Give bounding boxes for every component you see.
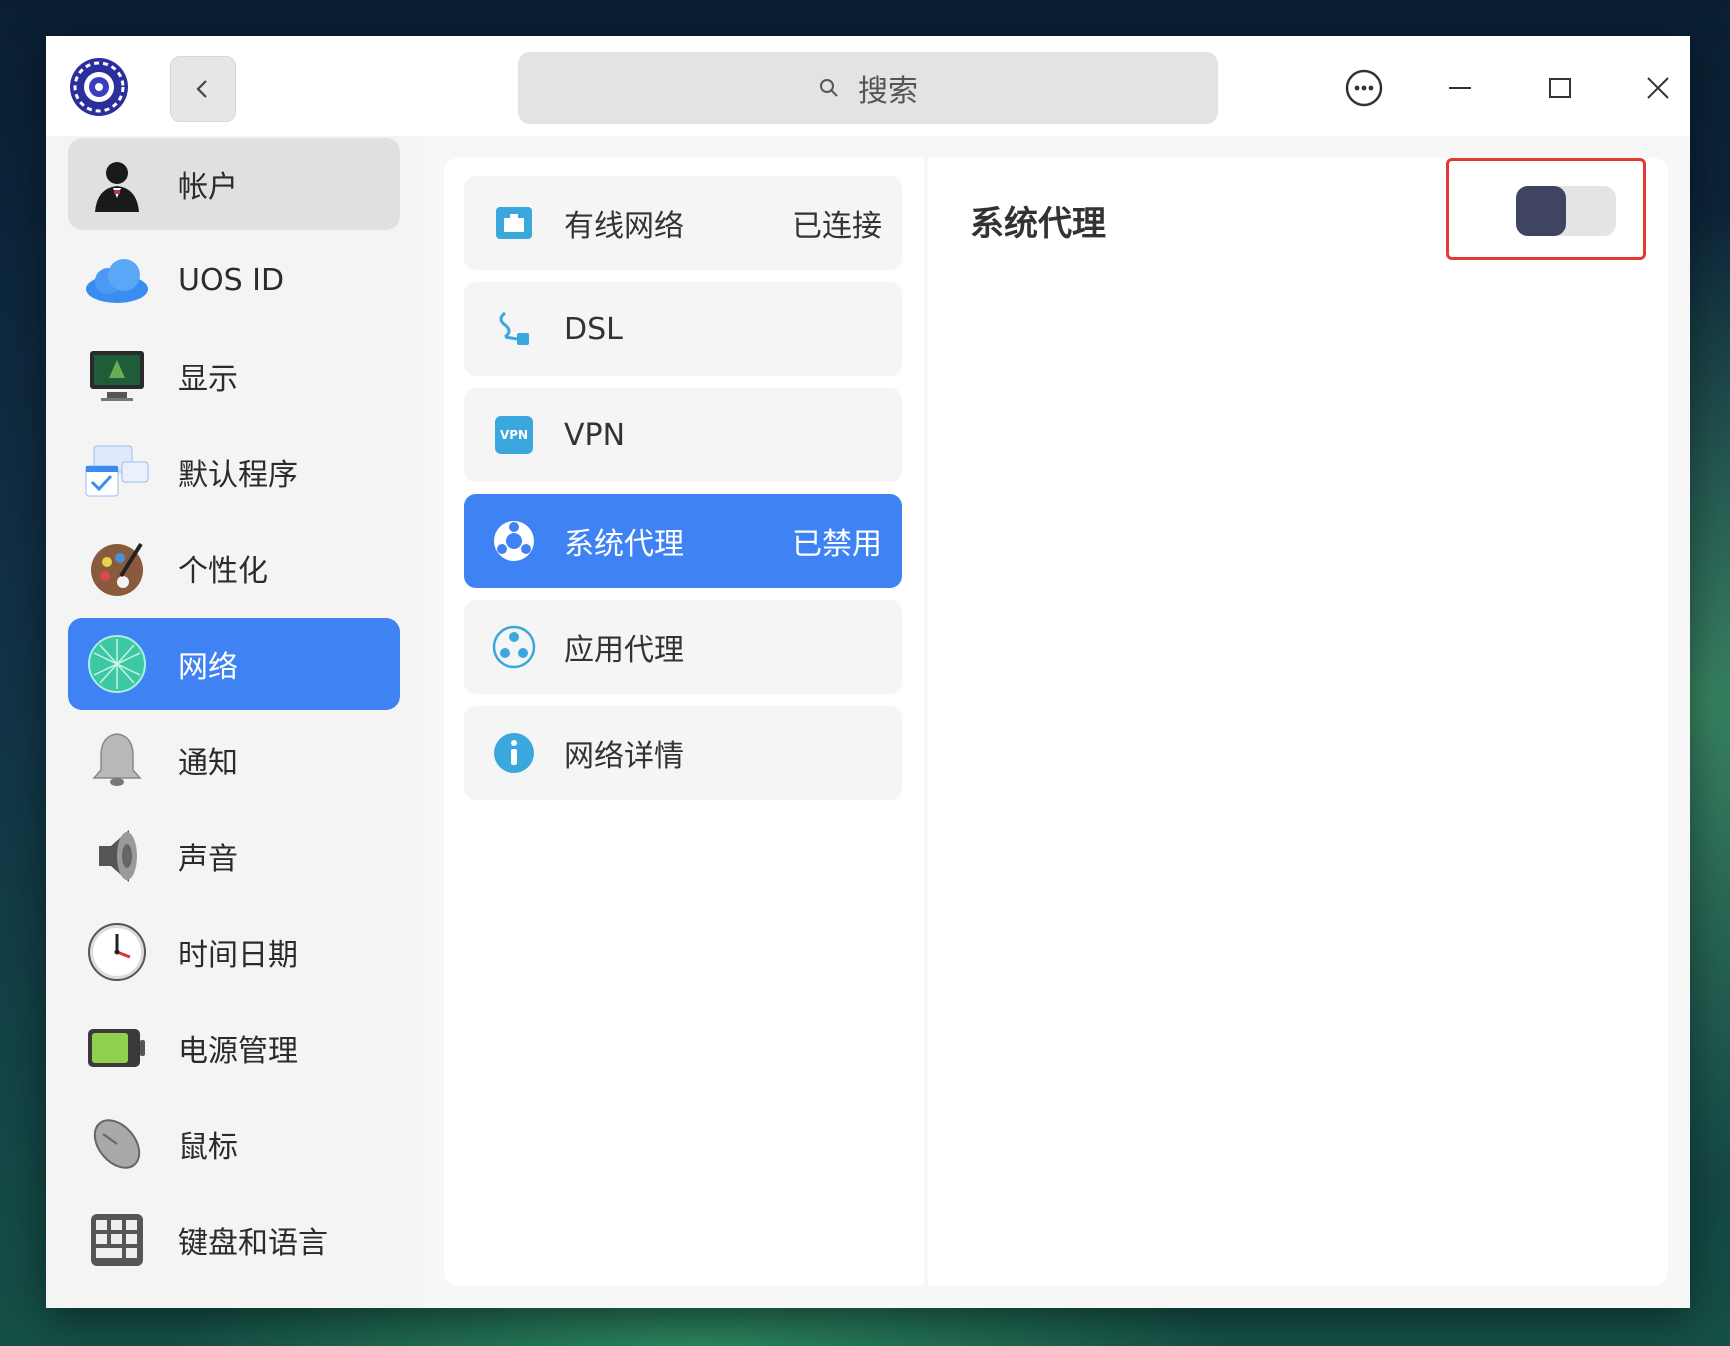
speaker-icon [84, 823, 150, 889]
cloud-icon [84, 247, 150, 313]
app-proxy-icon [492, 625, 536, 669]
sidebar-item-datetime[interactable]: 时间日期 [68, 906, 400, 998]
vpn-icon: VPN [492, 413, 536, 457]
chevron-left-icon [196, 80, 207, 98]
sidebar-item-default-apps[interactable]: 默认程序 [68, 426, 400, 518]
menu-item-dsl[interactable]: DSL [464, 282, 902, 376]
sidebar-item-label: 电源管理 [178, 1034, 298, 1069]
mouse-icon [84, 1111, 150, 1177]
maximize-icon [1549, 78, 1571, 98]
titlebar: 搜索 [46, 36, 1690, 136]
search-icon [820, 79, 838, 97]
sidebar-item-network[interactable]: 网络 [68, 618, 400, 710]
close-icon [1647, 77, 1669, 99]
menu-item-vpn[interactable]: VPN VPN [464, 388, 902, 482]
sidebar-item-notification[interactable]: 通知 [68, 714, 400, 806]
sidebar-item-sound[interactable]: 声音 [68, 810, 400, 902]
sidebar-item-label: 通知 [178, 746, 238, 781]
sidebar-item-personalization[interactable]: 个性化 [68, 522, 400, 614]
menu-item-label: 网络详情 [564, 739, 684, 774]
sidebar-item-label: 个性化 [178, 554, 268, 589]
system-proxy-toggle[interactable] [1516, 186, 1616, 236]
sidebar-item-power[interactable]: 电源管理 [68, 1002, 400, 1094]
minimize-icon [1449, 87, 1471, 89]
menu-item-label: 有线网络 [564, 209, 684, 244]
wired-network-icon [492, 201, 536, 245]
sidebar-item-label: 帐户 [178, 170, 238, 205]
network-icon [84, 631, 150, 697]
battery-icon [84, 1015, 150, 1081]
search-input[interactable]: 搜索 [518, 52, 1218, 124]
sidebar-item-keyboard[interactable]: 键盘和语言 [68, 1194, 400, 1286]
minimize-button[interactable] [1432, 60, 1488, 116]
sidebar-item-label: 键盘和语言 [178, 1226, 328, 1261]
maximize-button[interactable] [1532, 60, 1588, 116]
menu-item-wired-network[interactable]: 有线网络 已连接 [464, 176, 902, 270]
palette-icon [84, 535, 150, 601]
more-options-icon [1345, 69, 1383, 107]
back-button[interactable] [170, 56, 236, 122]
toggle-knob [1516, 186, 1566, 236]
menu-item-app-proxy[interactable]: 应用代理 [464, 600, 902, 694]
menu-item-label: 系统代理 [564, 527, 684, 562]
sidebar-item-label: 显示 [178, 362, 238, 397]
network-submenu: 有线网络 已连接 DSL VPN VPN 系统代理 已禁用 应用代理 网络详情 [444, 158, 924, 1286]
sidebar-item-mouse[interactable]: 鼠标 [68, 1098, 400, 1190]
sidebar-item-label: 时间日期 [178, 938, 298, 973]
vpn-badge: VPN [495, 416, 533, 454]
display-icon [84, 343, 150, 409]
bell-icon [84, 727, 150, 793]
system-proxy-icon [492, 519, 536, 563]
control-center-logo-icon [68, 56, 130, 118]
sidebar-item-display[interactable]: 显示 [68, 330, 400, 422]
account-icon [84, 151, 150, 217]
settings-window: 搜索 帐户 UOS ID 显示 默认程序 个性化 网络 通知 声音 时间日期 电… [46, 36, 1690, 1308]
sidebar-item-account[interactable]: 帐户 [68, 138, 400, 230]
info-icon [492, 731, 536, 775]
menu-item-label: 应用代理 [564, 633, 684, 668]
menu-item-system-proxy[interactable]: 系统代理 已禁用 [464, 494, 902, 588]
proxy-status: 已禁用 [792, 527, 882, 562]
menu-item-label: VPN [564, 417, 626, 453]
system-proxy-panel: 系统代理 [928, 158, 1668, 1286]
page-title: 系统代理 [970, 204, 1106, 244]
keyboard-icon [84, 1207, 150, 1273]
sidebar-item-label: 鼠标 [178, 1130, 238, 1165]
dsl-icon [492, 307, 536, 351]
default-apps-icon [84, 439, 150, 505]
sidebar-item-label: 默认程序 [178, 458, 298, 493]
connection-status: 已连接 [792, 209, 882, 244]
sidebar-item-uos-id[interactable]: UOS ID [68, 234, 400, 326]
sidebar-item-label: 声音 [178, 842, 238, 877]
sidebar-item-label: UOS ID [178, 262, 285, 298]
close-button[interactable] [1630, 60, 1686, 116]
search-placeholder: 搜索 [858, 74, 918, 109]
menu-button[interactable] [1336, 60, 1392, 116]
clock-icon [84, 919, 150, 985]
menu-item-label: DSL [564, 311, 623, 347]
sidebar: 帐户 UOS ID 显示 默认程序 个性化 网络 通知 声音 时间日期 电源管理… [46, 136, 424, 1308]
sidebar-item-label: 网络 [178, 650, 238, 685]
menu-item-network-details[interactable]: 网络详情 [464, 706, 902, 800]
